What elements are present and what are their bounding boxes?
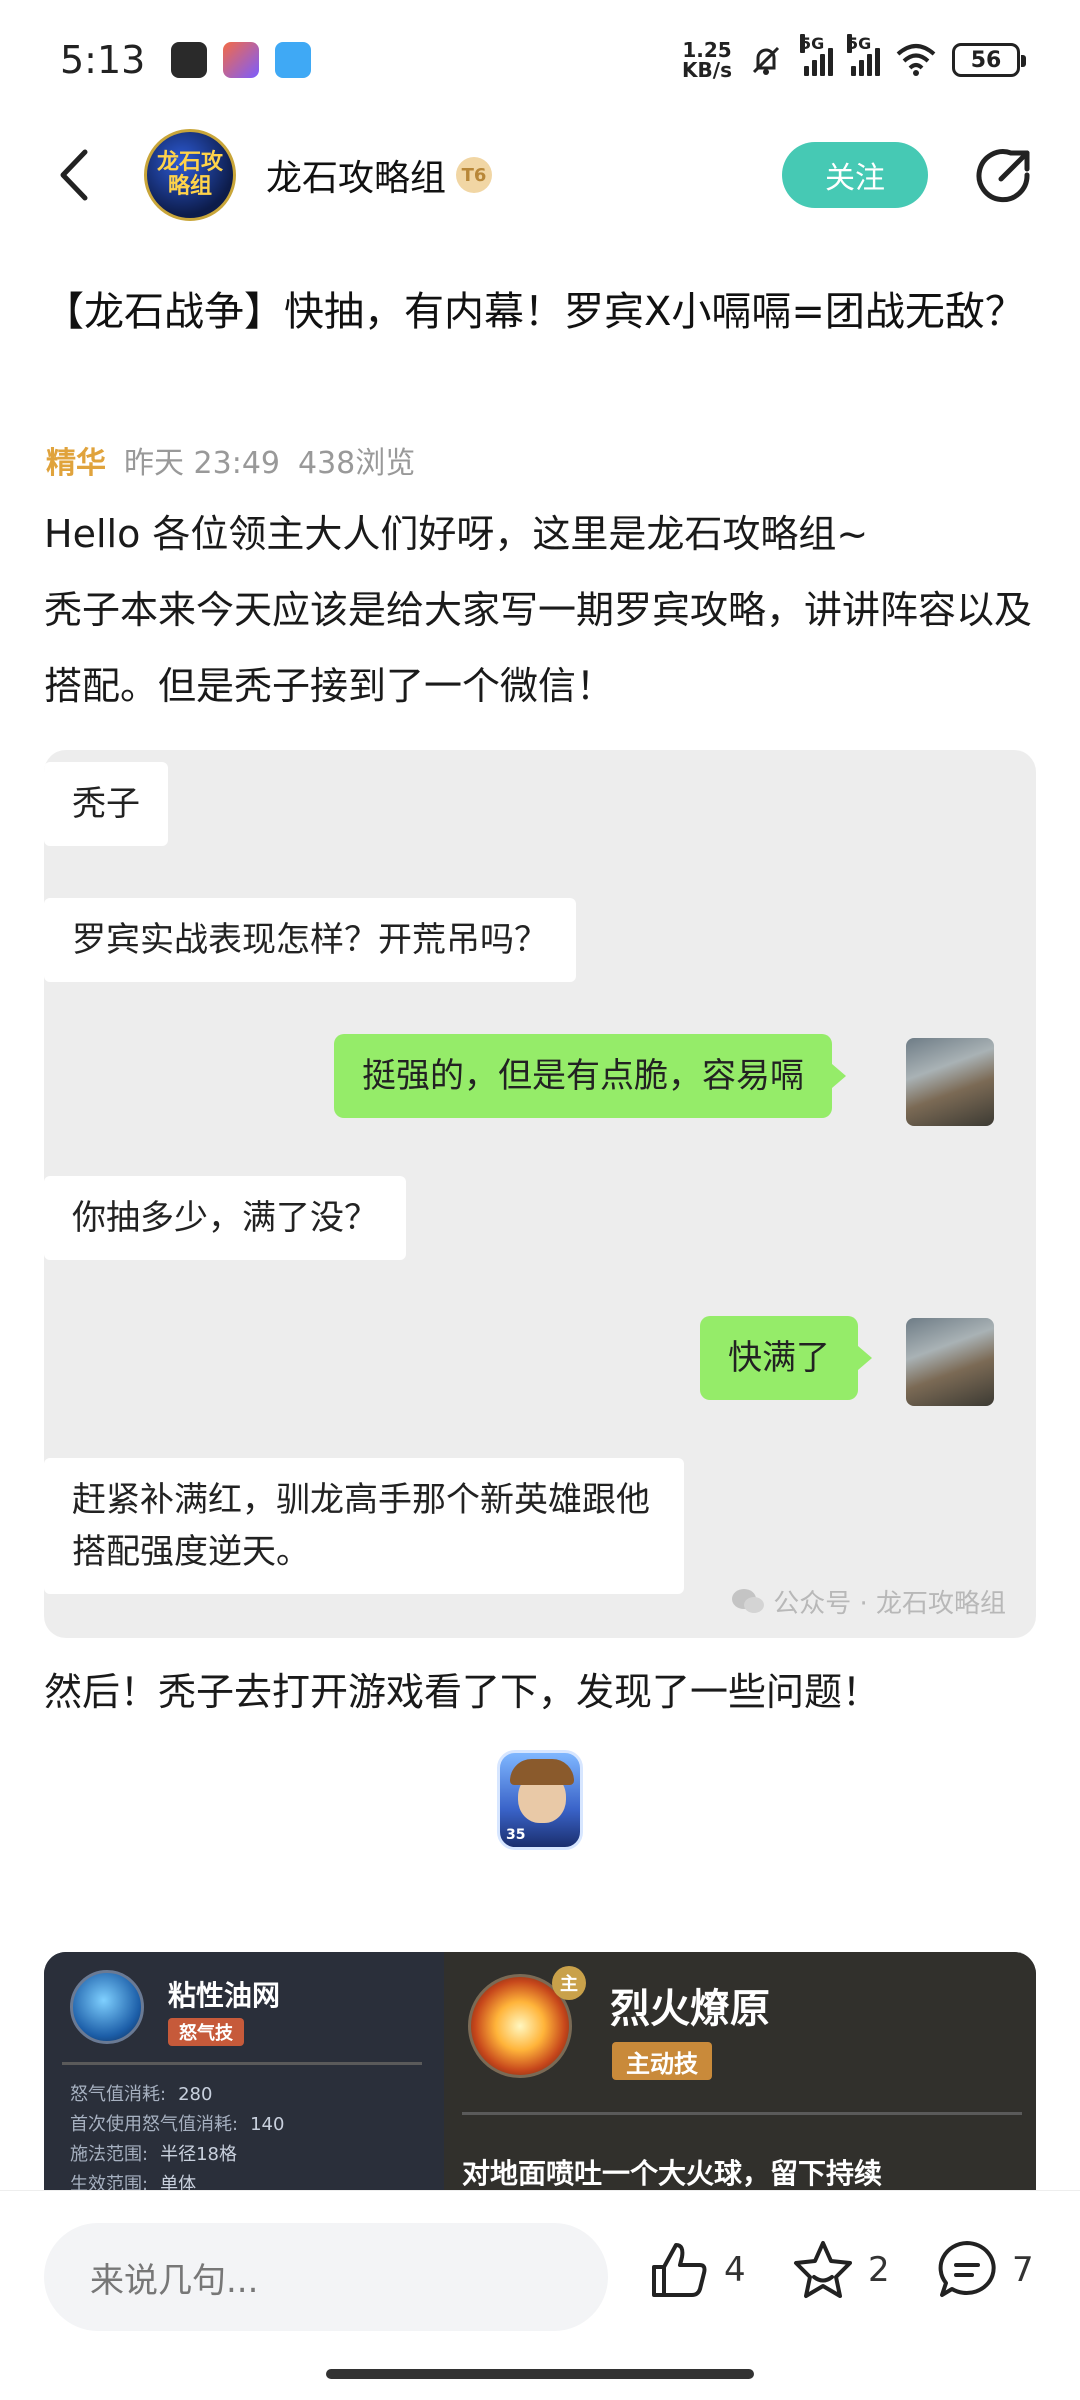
avatar-logo-text: 龙石攻略组 xyxy=(156,150,223,199)
hero-hat xyxy=(510,1759,574,1785)
chat-avatar xyxy=(906,1318,994,1406)
wifi-icon xyxy=(896,44,936,76)
back-button[interactable] xyxy=(40,140,110,210)
stat-value: 半径18格 xyxy=(160,2144,237,2165)
wechat-icon xyxy=(732,1588,765,1613)
article-paragraph-1: Hello 各位领主大人们好呀，这里是龙石攻略组~ xyxy=(44,512,869,556)
featured-tag: 精华 xyxy=(46,446,106,481)
game-app-icon xyxy=(223,42,260,78)
skill-description: 对地面喷吐一个大火球，留下持续 xyxy=(462,2157,883,2190)
post-time: 昨天 23:49 xyxy=(124,446,280,481)
chat-screenshot-image[interactable]: 秃子 罗宾实战表现怎样？开荒吊吗？ 挺强的，但是有点脆，容易嗝 你抽多少，满了没… xyxy=(44,750,1036,1638)
like-count: 4 xyxy=(724,2250,746,2290)
skill-name: 粘性油网 xyxy=(168,1979,281,2012)
chevron-left-icon xyxy=(60,149,88,201)
divider xyxy=(462,2112,1022,2115)
share-button[interactable] xyxy=(970,140,1040,210)
chat-message: 你抽多少，满了没？ xyxy=(44,1176,406,1260)
account-avatar[interactable]: 龙石攻略组 xyxy=(144,129,236,221)
comment-button[interactable]: 7 xyxy=(934,2237,1034,2303)
favorite-button[interactable]: 2 xyxy=(790,2237,890,2303)
hero-level: 35 xyxy=(506,1827,526,1843)
stat-line: 首次使用怒气值消耗: 140 xyxy=(70,2110,284,2136)
stat-value: 140 xyxy=(250,2114,285,2135)
primary-skill-badge: 主 xyxy=(552,1966,586,2000)
comment-input[interactable]: 来说几句... xyxy=(44,2223,608,2331)
status-right: 1.25 KB/s 5G 5G 56 xyxy=(682,34,1026,80)
audio-app-icon xyxy=(171,42,208,78)
stat-value: 280 xyxy=(178,2084,213,2105)
skill-type-badge: 怒气技 xyxy=(168,2018,244,2046)
stat-label: 首次使用怒气值消耗: xyxy=(70,2114,239,2135)
like-button[interactable]: 4 xyxy=(646,2237,746,2303)
chat-message: 罗宾实战表现怎样？开荒吊吗？ xyxy=(44,898,576,982)
chat-message: 赶紧补满红，驯龙高手那个新英雄跟他搭配强度逆天。 xyxy=(44,1458,684,1594)
article-meta: 精华 昨天 23:49 438浏览 xyxy=(46,438,415,482)
view-count: 438浏览 xyxy=(298,446,416,481)
account-name[interactable]: 龙石攻略组 xyxy=(266,149,446,201)
divider xyxy=(62,2062,422,2065)
favorite-count: 2 xyxy=(868,2250,890,2290)
chat-message: 秃子 xyxy=(44,762,168,846)
stat-line: 施法范围: 半径18格 xyxy=(70,2140,237,2166)
battery-icon: 56 xyxy=(952,43,1026,77)
chat-message: 快满了 xyxy=(700,1316,872,1400)
chat-avatar xyxy=(906,1038,994,1126)
net-speed-value: 1.25 xyxy=(682,38,732,62)
comment-icon xyxy=(938,2241,996,2297)
skill-name: 烈火燎原 xyxy=(610,1986,770,2032)
article-title: 【龙石战争】快抽，有内幕！罗宾X小嗝嗝=团战无敌？ xyxy=(44,289,1025,335)
status-bar: 5:13 1.25 KB/s 5G 5G 56 xyxy=(0,0,1080,120)
share-icon xyxy=(976,149,1030,203)
net-skill-icon xyxy=(70,1970,144,2044)
signal-icon-2: 5G xyxy=(847,34,880,76)
hero-avatar-icon[interactable]: 35 xyxy=(497,1750,583,1850)
chat-app-icon xyxy=(275,42,312,78)
star-icon xyxy=(794,2241,852,2298)
signal-2-label: 5G xyxy=(847,34,872,53)
home-indicator[interactable] xyxy=(326,2369,754,2379)
watermark: 公众号 · 龙石攻略组 xyxy=(731,1583,1006,1620)
signal-1-label: 5G xyxy=(800,34,825,53)
follow-button[interactable]: 关注 xyxy=(782,142,928,208)
signal-icon-1: 5G xyxy=(800,34,833,76)
skill-type-badge: 主动技 xyxy=(612,2042,712,2080)
stat-label: 施法范围: xyxy=(70,2144,149,2165)
mute-icon xyxy=(752,46,780,75)
thumbs-up-icon xyxy=(652,2243,707,2297)
status-time: 5:13 xyxy=(60,38,146,82)
chat-message: 挺强的，但是有点脆，容易嗝 xyxy=(334,1034,846,1118)
net-speed-unit: KB/s xyxy=(682,58,732,82)
top-nav: 龙石攻略组 龙石攻略组 T6 关注 xyxy=(0,120,1080,230)
comment-count: 7 xyxy=(1012,2250,1034,2290)
article-paragraph-2: 秃子本来今天应该是给大家写一期罗宾攻略，讲讲阵容以及搭配。但是秃子接到了一个微信… xyxy=(44,588,1033,708)
watermark-text: 公众号 · 龙石攻略组 xyxy=(773,1589,1006,1619)
article-paragraph-3: 然后！秃子去打开游戏看了下，发现了一些问题！ xyxy=(44,1670,881,1714)
status-app-icons xyxy=(171,42,312,78)
net-speed: 1.25 KB/s xyxy=(682,40,732,80)
level-badge: T6 xyxy=(456,157,493,193)
stat-label: 怒气值消耗: xyxy=(70,2084,167,2105)
stat-line: 怒气值消耗: 280 xyxy=(70,2080,212,2106)
bottom-action-bar: 来说几句... 4 2 7 xyxy=(0,2190,1080,2400)
